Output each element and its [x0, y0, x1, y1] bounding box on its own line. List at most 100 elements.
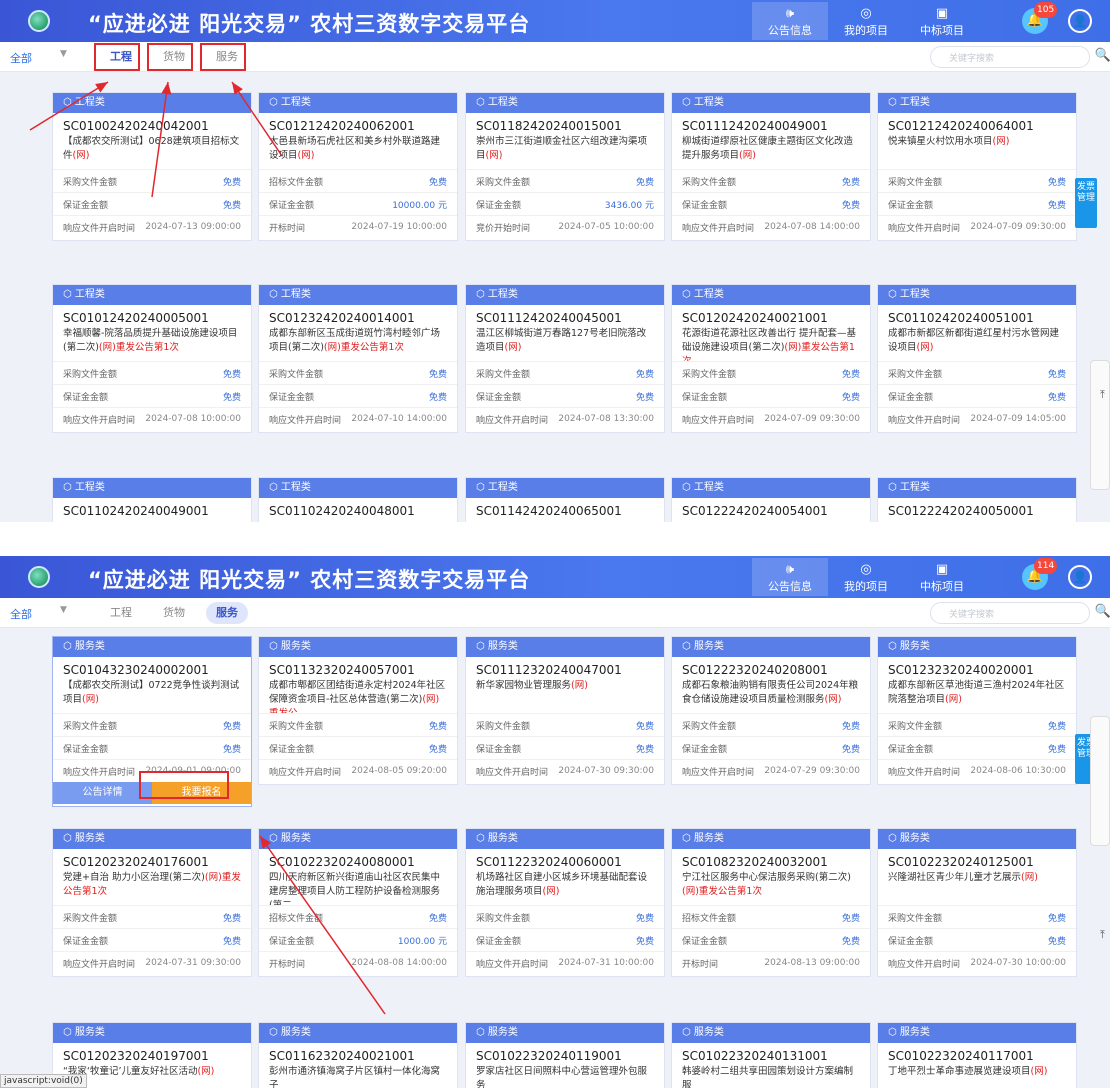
chevron-down-icon[interactable]: ▼	[60, 49, 67, 59]
card-category-header: ⬡ 服务类	[466, 637, 664, 657]
project-name[interactable]: 成都东部新区草池街道三渔村2024年社区院落整治项目(网)	[878, 679, 1076, 713]
listing-card[interactable]: ⬡ 服务类 SC01022320240080001 四川天府新区新兴街道庙山社区农民…	[258, 828, 458, 977]
project-name[interactable]: 兴隆湖社区青少年儿童才艺展示(网)	[878, 871, 1076, 905]
listing-card[interactable]: ⬡ 服务类 SC01202320240176001 党建+自治 助力小区治理(第二次…	[52, 828, 252, 977]
project-name[interactable]	[53, 520, 251, 522]
back-to-top-icon[interactable]: ⤒	[1100, 928, 1105, 942]
project-name[interactable]: 罗家店社区日间照料中心营运管理外包服务	[466, 1065, 664, 1088]
search-input[interactable]: 关键字搜索 🔍	[930, 602, 1110, 624]
project-name[interactable]: 宁江社区服务中心保洁服务采购(第二次) (网)重发公告第1次	[672, 871, 870, 905]
listing-card[interactable]: ⬡ 服务类 SC01022320240119001 罗家店社区日间照料中心营运管理外…	[465, 1022, 665, 1088]
listing-card[interactable]: ⬡ 服务类 SC01222320240208001 成都石象粮油购销有限责任公司20…	[671, 636, 871, 785]
online-flag: (网)重发公告第1次	[98, 342, 179, 353]
project-name[interactable]: 大邑县新场石虎社区和美乡村外联道路建设项目(网)	[259, 135, 457, 169]
listing-card[interactable]: ⬡ 服务类 SC01022320240117001 丁地平烈士革命事迹展览建设项目(…	[877, 1022, 1077, 1088]
listing-card[interactable]: ⬡ 服务类 SC01132320240057001 成都市郫都区团结街道永定村202…	[258, 636, 458, 785]
project-name[interactable]: 幸福顺馨-院落品质提升基础设施建设项目(第二次)(网)重发公告第1次	[53, 327, 251, 361]
project-name[interactable]: 花源街道花源社区改善出行 提升配套—基础设施建设项目(第二次)(网)重发公告第1…	[672, 327, 870, 361]
info-row: 响应文件开启时间 2024-07-30 09:30:00	[466, 759, 664, 782]
nav-won-projects[interactable]: ▣ 中标项目	[904, 2, 980, 40]
project-name[interactable]: 党建+自治 助力小区治理(第二次)(网)重发公告第1次	[53, 871, 251, 905]
info-value: 2024-07-08 13:30:00	[558, 414, 654, 424]
user-avatar-icon[interactable]: 👤	[1068, 9, 1092, 33]
card-category-header: ⬡ 工程类	[259, 93, 457, 113]
search-input[interactable]: 关键字搜索 🔍	[930, 46, 1110, 68]
project-name[interactable]: 机场路社区自建小区城乡环境基础配套设施治理服务项目(网)	[466, 871, 664, 905]
listing-card[interactable]: ⬡ 工程类 SC01222420240050001	[877, 477, 1077, 522]
listing-card[interactable]: ⬡ 工程类 SC01232420240014001 成都东部新区玉成街道斑竹湾村睦邻…	[258, 284, 458, 433]
user-avatar-icon[interactable]: 👤	[1068, 565, 1092, 589]
cube-icon: ⬡	[269, 833, 281, 844]
project-name[interactable]: 崇州市三江街道顺金社区六组改建沟渠项目(网)	[466, 135, 664, 169]
info-value: 3436.00 元	[604, 200, 654, 211]
tab-services[interactable]: 服务	[206, 602, 248, 624]
project-name[interactable]	[466, 520, 664, 522]
project-name[interactable]: 【成都农交所测试】0722竞争性谈判测试项目(网)	[53, 679, 251, 713]
nav-my-projects[interactable]: ◎ 我的项目	[828, 558, 904, 596]
listing-card[interactable]: ⬡ 服务类 SC01232320240020001 成都东部新区草池街道三渔村202…	[877, 636, 1077, 785]
listing-card[interactable]: ⬡ 服务类 SC01162320240021001 彭州市通济镇海窝子片区镇村一体化…	[258, 1022, 458, 1088]
info-value: 2024-08-05 09:20:00	[351, 766, 447, 776]
tab-engineering[interactable]: 工程	[100, 602, 142, 624]
listing-card[interactable]: ⬡ 服务类 SC01022320240125001 兴隆湖社区青少年儿童才艺展示(网…	[877, 828, 1077, 977]
listing-card[interactable]: ⬡ 服务类 SC01112320240047001 新华家园物业管理服务(网) 采购文…	[465, 636, 665, 785]
listing-card[interactable]: ⬡ 工程类 SC01102420240049001	[52, 477, 252, 522]
listing-card[interactable]: ⬡ 工程类 SC01002420240042001 【成都农交所测试】0628建筑项…	[52, 92, 252, 241]
project-name[interactable]: 悦来镇星火村饮用水项目(网)	[878, 135, 1076, 169]
info-value: 2024-08-08 14:00:00	[351, 958, 447, 968]
info-row: 保证金金额 免费	[878, 736, 1076, 759]
project-name[interactable]: 丁地平烈士革命事迹展览建设项目(网)	[878, 1065, 1076, 1088]
listing-card[interactable]: ⬡ 工程类 SC01112420240045001 温江区柳城街道万春路127号老旧…	[465, 284, 665, 433]
project-title: 机场路社区自建小区城乡环境基础配套设施治理服务项目	[476, 872, 648, 897]
float-toolbar[interactable]	[1090, 360, 1110, 490]
listing-card[interactable]: ⬡ 工程类 SC01222420240054001	[671, 477, 871, 522]
project-name[interactable]	[672, 520, 870, 522]
project-name[interactable]: 温江区柳城街道万春路127号老旧院落改造项目(网)	[466, 327, 664, 361]
card-category-header: ⬡ 服务类	[672, 829, 870, 849]
listing-card[interactable]: ⬡ 工程类 SC01142420240065001	[465, 477, 665, 522]
back-to-top-icon[interactable]: ⤒	[1100, 388, 1105, 402]
project-name[interactable]: 韩婆岭村二组共享田园策划设计方案编制服	[672, 1065, 870, 1088]
nav-announcements[interactable]: 🕪 公告信息	[752, 2, 828, 40]
filter-all[interactable]: 全部	[10, 606, 32, 622]
info-label: 采购文件金额	[888, 177, 943, 188]
project-name[interactable]: 成都东部新区玉成街道斑竹湾村睦邻广场项目(第二次)(网)重发公告第1次	[259, 327, 457, 361]
listing-card[interactable]: ⬡ 服务类 SC01082320240032001 宁江社区服务中心保洁服务采购(第…	[671, 828, 871, 977]
info-row: 保证金金额 免费	[53, 928, 251, 951]
project-name[interactable]	[878, 520, 1076, 522]
listing-card[interactable]: ⬡ 服务类 SC01122320240060001 机场路社区自建小区城乡环境基础配…	[465, 828, 665, 977]
listing-card[interactable]: ⬡ 工程类 SC01102420240048001	[258, 477, 458, 522]
search-icon[interactable]: 🔍	[1095, 604, 1110, 619]
float-toolbar[interactable]	[1090, 716, 1110, 846]
listing-card[interactable]: ⬡ 工程类 SC01202420240021001 花源街道花源社区改善出行 提升配…	[671, 284, 871, 433]
listing-card[interactable]: ⬡ 工程类 SC01182420240015001 崇州市三江街道顺金社区六组改建沟…	[465, 92, 665, 241]
listing-card[interactable]: ⬡ 工程类 SC01112420240049001 柳城街道缪原社区健康主题街区文化…	[671, 92, 871, 241]
nav-announcements[interactable]: 🕪 公告信息	[752, 558, 828, 596]
tab-goods[interactable]: 货物	[153, 602, 195, 624]
project-name[interactable]: 成都市新都区新都街道红星村污水管网建设项目(网)	[878, 327, 1076, 361]
project-name[interactable]: 成都市郫都区团结街道永定村2024年社区保障资金项目-社区总体营造(第二次)(网…	[259, 679, 457, 713]
listing-card[interactable]: ⬡ 工程类 SC01212420240064001 悦来镇星火村饮用水项目(网) 采购…	[877, 92, 1077, 241]
filter-all[interactable]: 全部	[10, 50, 32, 66]
project-name[interactable]: 彭州市通济镇海窝子片区镇村一体化海窝子	[259, 1065, 457, 1088]
listing-card[interactable]: ⬡ 工程类 SC01012420240005001 幸福顺馨-院落品质提升基础设施建…	[52, 284, 252, 433]
project-name[interactable]	[259, 520, 457, 522]
project-name[interactable]: 新华家园物业管理服务(网)	[466, 679, 664, 713]
project-name[interactable]: 柳城街道缪原社区健康主题街区文化改造提升服务项目(网)	[672, 135, 870, 169]
chevron-down-icon[interactable]: ▼	[60, 605, 67, 615]
project-name[interactable]: 四川天府新区新兴街道庙山社区农民集中建房整理项目人防工程防护设备检测服务(第二	[259, 871, 457, 905]
listing-card[interactable]: ⬡ 工程类 SC01212420240062001 大邑县新场石虎社区和美乡村外联道…	[258, 92, 458, 241]
project-code: SC01102420240048001	[269, 504, 415, 518]
listing-card[interactable]: ⬡ 工程类 SC01102420240051001 成都市新都区新都街道红星村污水管…	[877, 284, 1077, 433]
info-row: 采购文件金额 免费	[466, 169, 664, 192]
project-name[interactable]: 成都石象粮油购销有限责任公司2024年粮食仓储设施建设项目质量检测服务(网)	[672, 679, 870, 713]
invoice-side-tab[interactable]: 发票 管理	[1075, 178, 1097, 228]
project-name[interactable]: 【成都农交所测试】0628建筑项目招标文件(网)	[53, 135, 251, 169]
listing-card[interactable]: ⬡ 服务类 SC01022320240131001 韩婆岭村二组共享田园策划设计方案…	[671, 1022, 871, 1088]
notice-detail-button[interactable]: 公告详情	[53, 782, 152, 804]
nav-won-projects[interactable]: ▣ 中标项目	[904, 558, 980, 596]
nav-my-projects[interactable]: ◎ 我的项目	[828, 2, 904, 40]
title-name: 农村三资数字交易平台	[310, 568, 531, 592]
info-row: 采购文件金额 免费	[878, 905, 1076, 928]
search-icon[interactable]: 🔍	[1095, 48, 1110, 63]
